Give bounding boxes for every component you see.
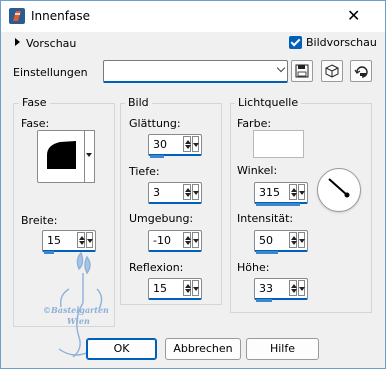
watermark-text-1: ©Bastelgarten: [43, 305, 109, 315]
winkel-slider-track[interactable]: [256, 203, 300, 206]
intensitaet-slider-track[interactable]: [256, 251, 278, 254]
expand-arrow-icon: [15, 38, 20, 46]
save-preset-button[interactable]: [291, 60, 313, 82]
spin-dropdown-icon[interactable]: [298, 184, 305, 200]
chevron-down-icon[interactable]: [276, 63, 286, 73]
image-preview-label: Bildvorschau: [306, 36, 377, 49]
tiefe-spinbox[interactable]: 3: [148, 182, 202, 204]
intensitaet-label: Intensität:: [237, 212, 294, 225]
spin-updown-icon[interactable]: [289, 280, 297, 296]
watermark-text-2: Wien: [67, 316, 90, 326]
image-preview-checkbox[interactable]: [289, 36, 302, 49]
breite-label: Breite:: [21, 214, 58, 227]
settings-combobox[interactable]: [103, 60, 288, 83]
winkel-label: Winkel:: [237, 164, 278, 177]
spin-dropdown-icon[interactable]: [192, 184, 199, 200]
bild-group-title: Bild: [125, 96, 152, 109]
reflexion-value: 15: [153, 282, 167, 295]
spin-updown-icon[interactable]: [289, 232, 297, 248]
save-preset-icon: [295, 64, 309, 78]
umgebung-value: -10: [153, 234, 171, 247]
spin-dropdown-icon[interactable]: [298, 280, 305, 296]
spin-updown-icon[interactable]: [77, 232, 85, 248]
intensitaet-spinbox[interactable]: 50: [254, 230, 308, 252]
preview-toggle[interactable]: Vorschau: [15, 37, 76, 50]
reset-icon: [354, 66, 368, 78]
randomize-button[interactable]: [321, 60, 343, 82]
angle-needle-icon: [328, 178, 350, 198]
bevel-dropdown-button[interactable]: [84, 130, 95, 183]
bevel-shape-preview[interactable]: [37, 130, 87, 183]
glaettung-value: 30: [153, 138, 167, 151]
spin-updown-icon[interactable]: [183, 136, 191, 152]
cancel-button[interactable]: Abbrechen: [165, 338, 241, 360]
close-icon[interactable]: ✕: [347, 8, 360, 24]
angle-dial[interactable]: [317, 168, 361, 212]
winkel-value: 315: [259, 186, 280, 199]
light-color-swatch[interactable]: [253, 130, 304, 158]
bevel-shape-icon: [47, 141, 76, 169]
breite-value: 15: [47, 234, 61, 247]
umgebung-label: Umgebung:: [129, 212, 194, 225]
dialog-window: Innenfase ✕ Vorschau Bildvorschau Einste…: [0, 0, 386, 369]
lichtquelle-group-title: Lichtquelle: [235, 96, 302, 109]
window-title: Innenfase: [31, 9, 90, 23]
settings-label: Einstellungen: [13, 66, 88, 79]
spin-dropdown-icon[interactable]: [86, 232, 93, 248]
hoehe-label: Höhe:: [237, 261, 270, 274]
spin-updown-icon[interactable]: [289, 184, 297, 200]
umgebung-spinbox[interactable]: -10: [148, 230, 202, 252]
hoehe-value: 33: [259, 282, 273, 295]
spin-dropdown-icon[interactable]: [298, 232, 305, 248]
fase-group-title: Fase: [19, 96, 50, 109]
glaettung-spinbox[interactable]: 30: [148, 134, 202, 156]
spin-dropdown-icon[interactable]: [192, 232, 199, 248]
tiefe-value: 3: [153, 186, 160, 199]
spin-dropdown-icon[interactable]: [192, 136, 199, 152]
fase-label: Fase:: [21, 117, 50, 130]
glaettung-label: Glättung:: [129, 117, 181, 130]
reflexion-spinbox[interactable]: 15: [148, 278, 202, 300]
farbe-label: Farbe:: [237, 117, 272, 130]
spin-updown-icon[interactable]: [183, 232, 191, 248]
spin-updown-icon[interactable]: [183, 184, 191, 200]
tiefe-label: Tiefe:: [129, 165, 160, 178]
reflexion-label: Reflexion:: [129, 261, 184, 274]
spin-updown-icon[interactable]: [183, 280, 191, 296]
glaettung-slider-track[interactable]: [150, 155, 164, 158]
preview-label: Vorschau: [26, 37, 77, 50]
reset-button[interactable]: [350, 60, 372, 82]
winkel-spinbox[interactable]: 315: [254, 182, 308, 204]
title-bar[interactable]: Innenfase ✕: [1, 1, 385, 32]
psp-brush-icon: [9, 8, 25, 24]
help-button[interactable]: Hilfe: [246, 338, 319, 360]
cube-icon: [325, 64, 339, 78]
hoehe-slider-track[interactable]: [256, 299, 272, 302]
ok-button[interactable]: OK: [86, 338, 157, 360]
intensitaet-value: 50: [259, 234, 273, 247]
spin-dropdown-icon[interactable]: [192, 280, 199, 296]
hoehe-spinbox[interactable]: 33: [254, 278, 308, 300]
